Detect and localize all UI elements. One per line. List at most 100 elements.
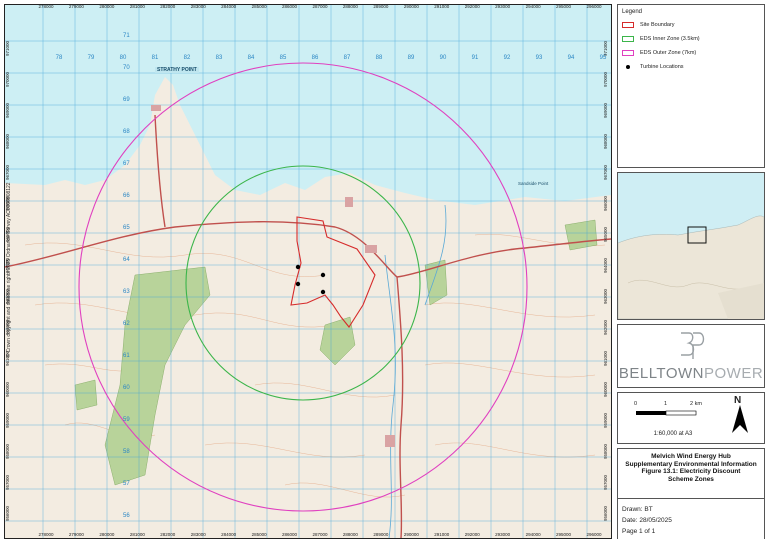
logo-word-1: BELLTOWN (618, 365, 704, 382)
turbine-marker (320, 272, 326, 278)
easting-tick-top: 295000 (556, 4, 572, 9)
easting-tick-top: 288000 (342, 4, 358, 9)
easting-tick-bottom: 281000 (129, 532, 145, 537)
easting-tick-bottom: 290000 (403, 532, 419, 537)
northing-tick-left: 971000 (5, 40, 10, 56)
northing-tick-left: 958000 (5, 443, 10, 459)
legend-swatch-icon (622, 50, 634, 56)
legend-label: Turbine Locations (640, 64, 684, 70)
northing-tick-right: 960000 (603, 381, 608, 397)
legend-label: Site Boundary (640, 22, 675, 28)
grid-number: 86 (311, 55, 319, 61)
main-map[interactable]: 78798081828384858687888990919293949596 7… (4, 4, 612, 539)
grid-number: 84 (247, 55, 255, 61)
grid-number: 61 (123, 353, 130, 359)
easting-tick-bottom: 280000 (99, 532, 115, 537)
grid-number: 68 (123, 129, 130, 135)
inset-locator-map[interactable] (617, 172, 765, 320)
grid-number: 66 (123, 193, 130, 199)
north-arrow-icon (732, 405, 748, 433)
northing-tick-right: 970000 (603, 71, 608, 87)
scale-label-1: 1 (664, 401, 668, 407)
legend-item: EDS Outer Zone (7km) (622, 49, 764, 57)
grid-number: 78 (55, 55, 63, 61)
grid-number: 69 (123, 97, 130, 103)
northing-tick-right: 966000 (603, 195, 608, 211)
title-line: Scheme Zones (668, 475, 714, 483)
map-canvas (5, 5, 611, 538)
northing-tick-left: 965000 (5, 226, 10, 242)
drawn-by: Drawn: BT (622, 506, 653, 513)
grid-number: 79 (87, 55, 95, 61)
legend-swatch-icon (622, 36, 634, 42)
northing-tick-left: 961000 (5, 350, 10, 366)
legend-items: Site Boundary EDS Inner Zone (3.5km) EDS O… (618, 21, 764, 71)
legend-title: Legend (622, 9, 643, 15)
drawing-meta: Drawn: BT Date: 28/05/2025 Page 1 of 1 (618, 504, 764, 539)
easting-tick-bottom: 285000 (251, 532, 267, 537)
grid-number: 85 (279, 55, 287, 61)
scale-panel: 0 1 2 km N 1:60,000 at A3 (617, 392, 765, 444)
easting-tick-bottom: 292000 (464, 532, 480, 537)
title-line: Melvich Wind Energy Hub (651, 453, 731, 460)
northing-tick-right: 962000 (603, 319, 608, 335)
northing-tick-left: 964000 (5, 257, 10, 273)
easting-tick-bottom: 279000 (68, 532, 84, 537)
scale-label-0: 0 (634, 401, 638, 407)
northing-tick-right: 961000 (603, 350, 608, 366)
grid-number: 59 (123, 417, 130, 423)
easting-tick-top: 281000 (129, 4, 145, 9)
grid-number: 56 (123, 513, 130, 519)
northing-tick-right: 956000 (603, 505, 608, 521)
easting-tick-bottom: 287000 (312, 532, 328, 537)
northing-tick-left: 962000 (5, 319, 10, 335)
northing-tick-left: 960000 (5, 381, 10, 397)
grid-number: 67 (123, 161, 130, 167)
easting-tick-top: 284000 (221, 4, 237, 9)
turbine-marker (295, 281, 301, 287)
grid-number: 58 (123, 449, 130, 455)
grid-number: 91 (471, 55, 479, 61)
grid-number: 62 (123, 321, 130, 327)
grid-number: 93 (535, 55, 543, 61)
easting-tick-bottom: 291000 (434, 532, 450, 537)
easting-tick-bottom: 288000 (342, 532, 358, 537)
northing-tick-right: 959000 (603, 412, 608, 428)
northing-tick-left: 970000 (5, 71, 10, 87)
scale-label-2: 2 km (690, 401, 702, 407)
easting-tick-bottom: 294000 (525, 532, 541, 537)
grid-number: 81 (151, 55, 159, 61)
grid-number: 82 (183, 55, 191, 61)
company-logo: BELLTOWNPOWER (617, 324, 765, 388)
easting-tick-top: 278000 (38, 4, 54, 9)
grid-number: 88 (375, 55, 383, 61)
easting-tick-bottom: 295000 (556, 532, 572, 537)
legend-item: Turbine Locations (622, 63, 764, 71)
inset-canvas (618, 173, 764, 319)
northing-tick-left: 969000 (5, 102, 10, 118)
scale-ratio: 1:60,000 at A3 (653, 431, 693, 437)
easting-tick-top: 280000 (99, 4, 115, 9)
northing-tick-right: 971000 (603, 40, 608, 56)
easting-tick-top: 291000 (434, 4, 450, 9)
easting-tick-top: 279000 (68, 4, 84, 9)
easting-tick-top: 285000 (251, 4, 267, 9)
north-label: N (734, 395, 742, 406)
easting-tick-bottom: 278000 (38, 532, 54, 537)
easting-tick-top: 292000 (464, 4, 480, 9)
grid-number: 70 (123, 65, 130, 71)
title-line: Figure 13.1: Electricity Discount (641, 468, 741, 475)
grid-number: 63 (123, 289, 130, 295)
easting-tick-top: 290000 (403, 4, 419, 9)
title-line: Supplementary Environmental Information (625, 460, 757, 468)
easting-tick-bottom: 289000 (373, 532, 389, 537)
legend-panel: Legend Site Boundary EDS Inner Zone (3.5k… (617, 4, 765, 168)
logo-wordmark: BELLTOWNPOWER (618, 365, 764, 382)
easting-tick-bottom: 293000 (495, 532, 511, 537)
drawing-date: Date: 28/05/2025 (622, 517, 672, 524)
northing-tick-left: 957000 (5, 474, 10, 490)
legend-dot-icon (622, 65, 634, 69)
easting-tick-top: 286000 (282, 4, 298, 9)
strathy-point-label: STRATHY POINT (155, 67, 199, 73)
easting-tick-top: 283000 (190, 4, 206, 9)
